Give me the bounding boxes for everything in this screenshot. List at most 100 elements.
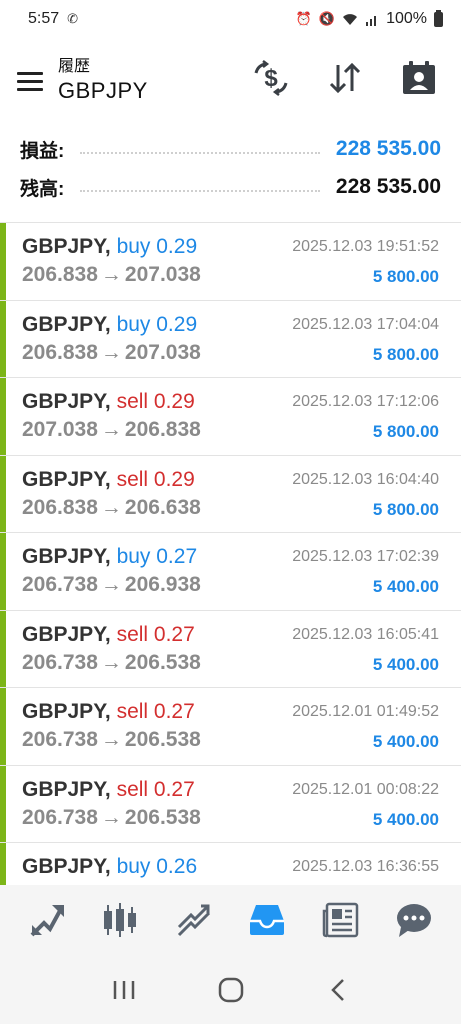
chart-icon [104,903,137,937]
dotted-leader [80,152,320,154]
balance-label: 残高: [20,178,65,200]
deal-open-price: 206.738 [22,573,98,596]
nav-news[interactable] [311,890,371,950]
balance-row: 残高: 228 535.00 [20,168,441,206]
deal-symbol: GBPJPY, [22,545,111,568]
deal-symbol: GBPJPY, [22,467,111,491]
deal-time: 2025.12.03 19:51:52 [292,238,439,255]
alarm-icon: ⏰ [295,11,312,26]
nav-chat[interactable] [384,890,444,950]
battery-percent: 100% [386,10,427,27]
nav-history[interactable] [237,890,297,950]
deal-open-price: 206.738 [22,805,98,829]
deal-side: sell 0.27 [116,622,195,646]
deal-profit: 5 400.00 [372,654,439,674]
price-arrow: → [100,573,122,596]
price-arrow: → [100,263,122,286]
deal-close-price: 206.538 [124,728,201,751]
deal-profit: 5 400.00 [372,577,439,596]
signal-icon [366,15,377,26]
price-arrow: → [100,418,122,441]
deal-symbol: GBPJPY, [22,777,111,801]
deal-symbol: GBPJPY, [22,622,111,646]
deal-close-price: 206.838 [124,418,201,441]
wifi-calling-icon: ✆ [67,11,79,26]
deal-row[interactable]: GBPJPY, sell 0.29 2025.12.03 16:04:40 20… [0,455,461,533]
deal-time: 2025.12.01 00:08:22 [292,780,439,798]
deal-close-price: 206.538 [124,650,201,674]
menu-button[interactable] [0,51,60,111]
deal-open-price: 206.838 [22,495,98,519]
deal-symbol: GBPJPY, [22,855,111,878]
deal-time: 2025.12.03 17:12:06 [292,393,439,410]
sort-button[interactable] [315,52,375,104]
deal-row[interactable]: GBPJPY, buy 0.26 2025.12.03 16:36:55 [0,843,461,885]
svg-text:$: $ [264,65,278,92]
deal-profit: 5 800.00 [372,422,439,441]
deal-side: buy 0.26 [116,855,198,878]
deal-side: sell 0.29 [116,390,195,413]
deal-side: buy 0.27 [116,545,198,568]
deal-symbol: GBPJPY, [22,700,111,723]
nav-quotes[interactable] [17,890,77,950]
deal-row[interactable]: GBPJPY, buy 0.27 2025.12.03 17:02:39 206… [0,533,461,611]
price-arrow: → [100,650,122,674]
symbol-subtitle[interactable]: GBPJPY [58,77,148,105]
deal-open-price: 206.738 [22,650,98,674]
deal-open-price: 206.738 [22,728,98,751]
deal-open-price: 207.038 [22,418,98,441]
deal-row[interactable]: GBPJPY, sell 0.27 2025.12.03 16:05:41 20… [0,610,461,688]
deal-profit: 5 400.00 [372,732,439,751]
deal-profit: 5 800.00 [372,344,439,364]
deal-row[interactable]: GBPJPY, sell 0.27 2025.12.01 00:08:22 20… [0,765,461,843]
price-arrow: → [100,728,122,751]
chat-icon [397,904,432,937]
nav-trade[interactable] [164,890,224,950]
deal-symbol: GBPJPY, [22,390,111,413]
deals-list[interactable]: GBPJPY, buy 0.29 2025.12.03 19:51:52 206… [0,222,461,885]
quotes-icon [30,905,64,937]
history-icon [250,905,285,935]
deal-row[interactable]: GBPJPY, sell 0.29 2025.12.03 17:12:06 20… [0,378,461,456]
currency-filter-button[interactable]: $ [241,52,301,104]
recent-apps-button[interactable] [94,965,154,1015]
battery-icon [434,9,443,27]
nav-chart[interactable] [90,890,150,950]
home-button[interactable] [201,965,261,1015]
deal-side: sell 0.27 [116,777,195,801]
deal-symbol: GBPJPY, [22,312,111,336]
deal-row[interactable]: GBPJPY, buy 0.29 2025.12.03 19:51:52 206… [0,223,461,301]
back-button[interactable] [308,965,368,1015]
deal-time: 2025.12.03 16:36:55 [292,858,439,875]
deal-close-price: 207.038 [124,340,201,364]
recent-apps-icon [113,980,134,999]
deal-time: 2025.12.03 16:05:41 [292,625,439,643]
deal-close-price: 206.638 [124,495,201,519]
price-arrow: → [100,805,122,829]
deal-side: sell 0.29 [116,467,195,491]
deal-symbol: GBPJPY, [22,235,111,258]
deal-time: 2025.12.03 17:02:39 [292,548,439,565]
sort-icon [329,62,361,94]
account-summary: 損益: 228 535.00 残高: 228 535.00 [0,130,461,220]
deal-side: sell 0.27 [116,700,195,723]
profit-value: 228 535.00 [335,137,441,160]
deal-row[interactable]: GBPJPY, buy 0.29 2025.12.03 17:04:04 206… [0,300,461,378]
status-time: 5:57 [28,10,60,27]
wifi-icon [343,13,358,25]
deal-close-price: 206.938 [124,573,201,596]
hamburger-icon [17,71,43,75]
deal-row[interactable]: GBPJPY, sell 0.27 2025.12.01 01:49:52 20… [0,688,461,766]
profit-row: 損益: 228 535.00 [20,130,441,168]
news-icon [322,902,358,938]
status-bar: 5:57 ✆ ⏰ 🔇 100% [0,0,461,38]
dotted-leader [80,190,320,192]
home-icon [218,977,243,1002]
deal-side: buy 0.29 [116,312,198,336]
deal-side: buy 0.29 [116,235,198,258]
calendar-button[interactable] [389,52,449,104]
balance-value: 228 535.00 [335,175,441,198]
deal-open-price: 206.838 [22,340,98,364]
page-title: 履歴 [58,58,91,75]
profit-label: 損益: [20,140,65,162]
